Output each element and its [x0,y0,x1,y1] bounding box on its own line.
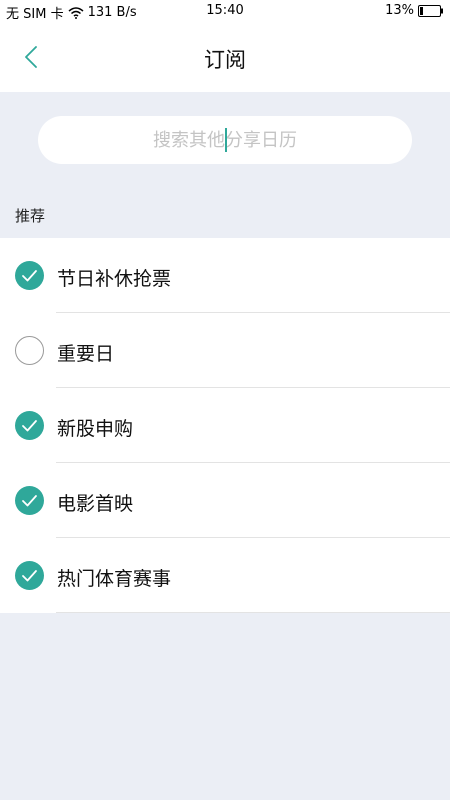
list-item-label: 新股申购 [57,418,134,440]
status-right: 13% [385,3,444,18]
nav-bar: 订阅 [0,22,450,92]
checkbox-checked-icon[interactable] [15,486,44,515]
list-item-label: 重要日 [57,343,115,365]
list-item[interactable]: 电影首映 [0,463,450,538]
list-item-label: 节日补休抢票 [57,268,172,290]
search-area [0,92,450,190]
checkbox-checked-icon[interactable] [15,261,44,290]
list-item[interactable]: 重要日 [0,313,450,388]
battery-icon [418,4,444,17]
page-title: 订阅 [204,48,246,72]
subscription-list: 节日补休抢票 重要日新股申购电影首映热门体育赛事 [0,238,450,613]
checkbox-checked-icon[interactable] [15,561,44,590]
list-item[interactable]: 节日补休抢票 [0,238,450,313]
battery-percent: 13% [385,3,414,18]
list-item-label: 热门体育赛事 [57,568,172,590]
list-item[interactable]: 新股申购 [0,388,450,463]
checkbox-checked-icon[interactable] [15,411,44,440]
status-bar: 无 SIM 卡 131 B/s 15:40 13% [0,0,450,22]
checkbox-unchecked-icon[interactable] [15,336,44,365]
text-caret [225,128,227,152]
list-item[interactable]: 热门体育赛事 [0,538,450,613]
status-time: 15:40 [206,3,244,18]
section-label-recommended: 推荐 [15,207,46,225]
list-item-label: 电影首映 [57,493,134,515]
